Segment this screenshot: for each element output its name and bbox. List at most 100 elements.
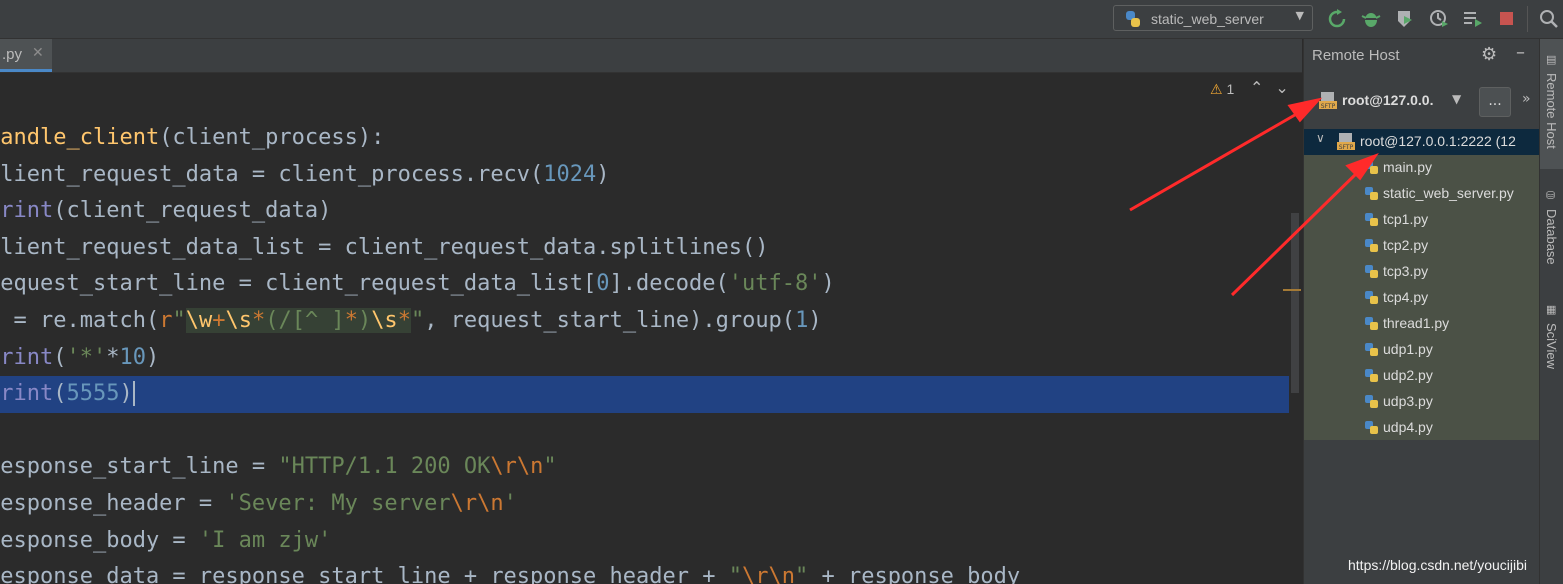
python-file-icon: [1365, 317, 1378, 330]
code-line: response_header = 'Sever: My server\r\n': [0, 490, 517, 516]
main-toolbar: static_web_server ▼: [0, 0, 1563, 39]
python-file-icon: [1365, 213, 1378, 226]
code-line: handle_client(client_process):: [0, 125, 385, 150]
file-name: udp1.py: [1383, 341, 1433, 357]
file-name: thread1.py: [1383, 315, 1450, 331]
file-name: tcp3.py: [1383, 263, 1429, 279]
panel-title: Remote Host: [1312, 47, 1400, 64]
minimize-icon[interactable]: –: [1516, 42, 1525, 63]
python-file-icon: [1365, 343, 1378, 356]
warning-icon: ⚠: [1210, 81, 1223, 97]
run-configuration-selector[interactable]: static_web_server ▼: [1113, 5, 1313, 31]
tree-root-node[interactable]: ∨ SFTP root@127.0.0.1:2222 (12: [1304, 129, 1539, 155]
file-item[interactable]: main.py: [1304, 155, 1539, 181]
tab-remote-host-label: Remote Host: [1544, 73, 1559, 149]
code-line: response_body = 'I am zjw': [0, 527, 332, 553]
file-item[interactable]: tcp4.py: [1304, 285, 1539, 311]
remote-host-icon: ▤: [1546, 53, 1557, 66]
tree-root-label: root@127.0.0.1:2222 (12: [1360, 133, 1516, 149]
python-file-icon: [1365, 421, 1378, 434]
python-file-icon: [1365, 395, 1378, 408]
sciview-icon: ▦: [1546, 303, 1557, 316]
coverage-icon[interactable]: [1394, 8, 1416, 30]
code-line: print(client_request_data): [0, 198, 332, 224]
run-tests-icon[interactable]: [1462, 8, 1484, 30]
remote-host-panel: Remote Host ⚙ – SFTP root@127.0.0. ▼ ...…: [1303, 39, 1539, 584]
file-name: udp3.py: [1383, 393, 1433, 409]
file-item[interactable]: thread1.py: [1304, 311, 1539, 337]
chevron-down-icon[interactable]: ∨: [1316, 131, 1325, 145]
code-line: r = re.match(r"\w+\s*(/[^ ]*)\s*", reque…: [0, 307, 822, 333]
python-file-icon: [1365, 291, 1378, 304]
file-item[interactable]: udp3.py: [1304, 389, 1539, 415]
svg-text:SFTP: SFTP: [1321, 103, 1336, 110]
remote-file-tree: ∨ SFTP root@127.0.0.1:2222 (12 main.py st…: [1304, 129, 1539, 440]
code-editor[interactable]: ⚠ 1 ⌃ ⌄ handle_client(client_process): cl…: [0, 73, 1302, 584]
code-line: request_start_line = client_request_data…: [0, 271, 835, 297]
chevron-down-icon: ▼: [1295, 9, 1304, 22]
warning-count: 1: [1226, 81, 1235, 97]
connection-label: root@127.0.0.: [1342, 92, 1434, 108]
tab-database[interactable]: ⛁ Database: [1540, 185, 1563, 285]
code-lines: handle_client(client_process): client_re…: [0, 120, 1302, 584]
code-line: response data = response start line + re…: [0, 564, 1021, 584]
code-line: client_request_data_list = client_reques…: [0, 234, 769, 260]
svg-text:SFTP: SFTP: [1339, 144, 1354, 151]
editor-scrollbar[interactable]: [1291, 213, 1299, 393]
gear-icon[interactable]: ⚙: [1481, 44, 1497, 65]
editor-tab-label: .py: [2, 46, 23, 63]
editor-tab-bar: .py ✕: [0, 39, 1302, 73]
search-icon[interactable]: [1538, 8, 1560, 30]
warning-marker[interactable]: [1283, 289, 1301, 291]
file-name: udp2.py: [1383, 367, 1433, 383]
file-item[interactable]: udp4.py: [1304, 415, 1539, 441]
connection-selector[interactable]: SFTP root@127.0.0. ▼ ... »: [1304, 87, 1539, 119]
watermark: https://blog.csdn.net/youcijibi: [1348, 557, 1527, 573]
code-line: client_request_data = client_process.rec…: [0, 161, 610, 187]
rerun-icon[interactable]: [1326, 8, 1348, 30]
file-item[interactable]: tcp2.py: [1304, 233, 1539, 259]
python-file-icon: [1365, 161, 1378, 174]
file-name: tcp2.py: [1383, 237, 1429, 253]
inspection-navigation: ⌃ ⌄: [1250, 78, 1301, 97]
python-file-icon: [1365, 265, 1378, 278]
right-tool-strip: ▤ Remote Host ⛁ Database ▦ SciView: [1539, 39, 1563, 584]
tab-sciview-label: SciView: [1544, 323, 1559, 370]
debug-icon[interactable]: [1360, 8, 1382, 30]
python-file-icon: [1365, 369, 1378, 382]
close-icon[interactable]: ✕: [32, 45, 44, 61]
file-item[interactable]: udp2.py: [1304, 363, 1539, 389]
python-icon: [1126, 11, 1140, 27]
file-name: static_web_server.py: [1383, 185, 1514, 201]
file-name: tcp4.py: [1383, 289, 1429, 305]
next-highlight-icon[interactable]: ⌄: [1275, 78, 1288, 97]
code-line-current: print(5555): [0, 376, 1289, 413]
code-line: response_start_line = "HTTP/1.1 200 OK\r…: [0, 454, 557, 480]
inspection-widget[interactable]: ⚠ 1: [1210, 81, 1234, 98]
code-line: print('*'*10): [0, 344, 160, 370]
stop-icon[interactable]: [1496, 8, 1518, 30]
browse-button[interactable]: ...: [1479, 87, 1511, 117]
sftp-icon: SFTP: [1319, 92, 1337, 110]
editor-tab[interactable]: .py ✕: [0, 39, 52, 72]
profile-icon[interactable]: [1428, 8, 1450, 30]
file-item[interactable]: udp1.py: [1304, 337, 1539, 363]
file-name: tcp1.py: [1383, 211, 1429, 227]
python-file-icon: [1365, 239, 1378, 252]
tab-database-label: Database: [1544, 209, 1559, 265]
file-item[interactable]: tcp3.py: [1304, 259, 1539, 285]
tab-remote-host[interactable]: ▤ Remote Host: [1540, 39, 1563, 169]
database-icon: ⛁: [1546, 189, 1556, 202]
tab-sciview[interactable]: ▦ SciView: [1540, 301, 1563, 381]
run-configuration-label: static_web_server: [1151, 11, 1264, 27]
file-name: udp4.py: [1383, 419, 1433, 435]
file-item[interactable]: static_web_server.py: [1304, 181, 1539, 207]
file-name: main.py: [1383, 159, 1433, 175]
previous-highlight-icon[interactable]: ⌃: [1250, 78, 1263, 97]
python-file-icon: [1365, 187, 1378, 200]
sftp-icon: SFTP: [1337, 133, 1355, 151]
expand-icon[interactable]: »: [1522, 91, 1531, 107]
file-item[interactable]: tcp1.py: [1304, 207, 1539, 233]
panel-header: Remote Host ⚙ –: [1304, 39, 1539, 73]
